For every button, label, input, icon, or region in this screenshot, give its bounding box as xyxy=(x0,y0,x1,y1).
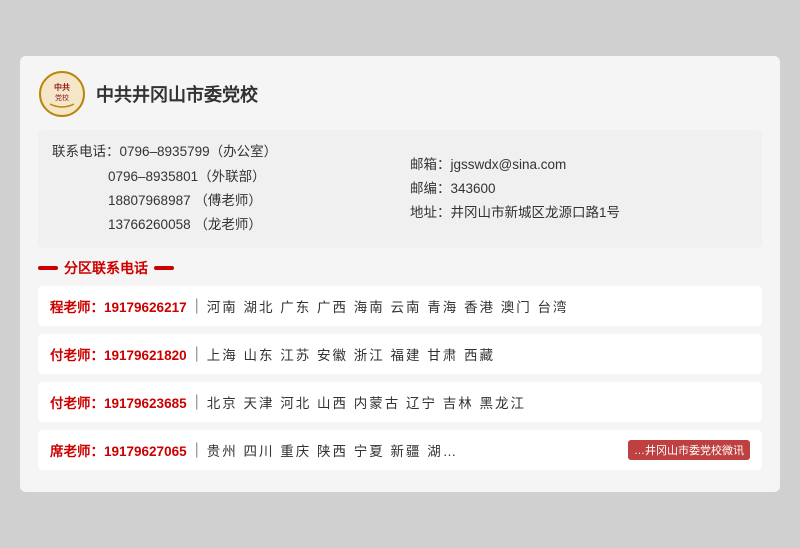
info-section: 联系电话：0796–8935799（办公室） 0796–8935801（外联部）… xyxy=(38,130,762,247)
section-title-text: 分区联系电话 xyxy=(64,258,148,278)
postcode: 343600 xyxy=(451,181,496,196)
phone4: 13766260058 （龙老师） xyxy=(108,217,262,232)
contact-person-1: 付老师：19179621820 xyxy=(50,344,187,364)
school-logo: 中共 党校 xyxy=(38,70,86,118)
contact-person-0: 程老师：19179626217 xyxy=(50,296,187,316)
svg-text:党校: 党校 xyxy=(55,93,69,102)
address-label: 地址： xyxy=(410,205,451,220)
phone-row-3: 18807968987 （傅老师） xyxy=(52,189,390,213)
main-container: 中共 党校 中共井冈山市委党校 联系电话：0796–8935799（办公室） 0… xyxy=(20,56,780,491)
section-title-bar: 分区联系电话 xyxy=(38,258,762,278)
phone2: 0796–8935801（外联部） xyxy=(108,169,266,184)
email: jgsswdx@sina.com xyxy=(451,157,567,172)
contact-divider-2: | xyxy=(195,393,199,411)
title-bar-right xyxy=(154,266,174,270)
contact-divider-1: | xyxy=(195,345,199,363)
contact-divider-0: | xyxy=(195,297,199,315)
header: 中共 党校 中共井冈山市委党校 xyxy=(38,70,762,118)
phone-row-2: 0796–8935801（外联部） xyxy=(52,165,390,189)
contact-regions-2: 北京 天津 河北 山西 内蒙古 辽宁 吉林 黑龙江 xyxy=(207,392,526,412)
school-name: 中共井冈山市委党校 xyxy=(96,81,258,107)
watermark: …井冈山市委党校微讯 xyxy=(628,440,750,460)
page-background: 中共 党校 中共井冈山市委党校 联系电话：0796–8935799（办公室） 0… xyxy=(0,0,800,548)
postcode-label: 邮编： xyxy=(410,181,451,196)
address-row: 地址：井冈山市新城区龙源口路1号 xyxy=(410,201,748,225)
phone-row-1: 联系电话：0796–8935799（办公室） xyxy=(52,140,390,164)
contact-row-3: 席老师：19179627065 | 贵州 四川 重庆 陕西 宁夏 新疆 湖… …… xyxy=(38,430,762,470)
address: 井冈山市新城区龙源口路1号 xyxy=(451,205,621,220)
phone-row-4: 13766260058 （龙老师） xyxy=(52,213,390,237)
contact-person-2: 付老师：19179623685 xyxy=(50,392,187,412)
contact-row-2: 付老师：19179623685 | 北京 天津 河北 山西 内蒙古 辽宁 吉林 … xyxy=(38,382,762,422)
contact-row-1: 付老师：19179621820 | 上海 山东 江苏 安徽 浙江 福建 甘肃 西… xyxy=(38,334,762,374)
email-label: 邮箱： xyxy=(410,157,451,172)
phone3: 18807968987 （傅老师） xyxy=(108,193,262,208)
contact-regions-0: 河南 湖北 广东 广西 海南 云南 青海 香港 澳门 台湾 xyxy=(207,296,569,316)
email-row: 邮箱：jgsswdx@sina.com xyxy=(410,153,748,177)
svg-text:中共: 中共 xyxy=(54,82,70,92)
phone-label: 联系电话： xyxy=(52,144,120,159)
contact-regions-3: 贵州 四川 重庆 陕西 宁夏 新疆 湖… xyxy=(207,440,459,460)
contact-person-3: 席老师：19179627065 xyxy=(50,440,187,460)
postcode-row: 邮编：343600 xyxy=(410,177,748,201)
info-right: 邮箱：jgsswdx@sina.com 邮编：343600 地址：井冈山市新城区… xyxy=(410,140,748,237)
phone1: 0796–8935799（办公室） xyxy=(120,144,278,159)
contact-regions-1: 上海 山东 江苏 安徽 浙江 福建 甘肃 西藏 xyxy=(207,344,495,364)
contact-divider-3: | xyxy=(195,441,199,459)
title-bar-left xyxy=(38,266,58,270)
info-left: 联系电话：0796–8935799（办公室） 0796–8935801（外联部）… xyxy=(52,140,390,237)
contact-row-0: 程老师：19179626217 | 河南 湖北 广东 广西 海南 云南 青海 香… xyxy=(38,286,762,326)
